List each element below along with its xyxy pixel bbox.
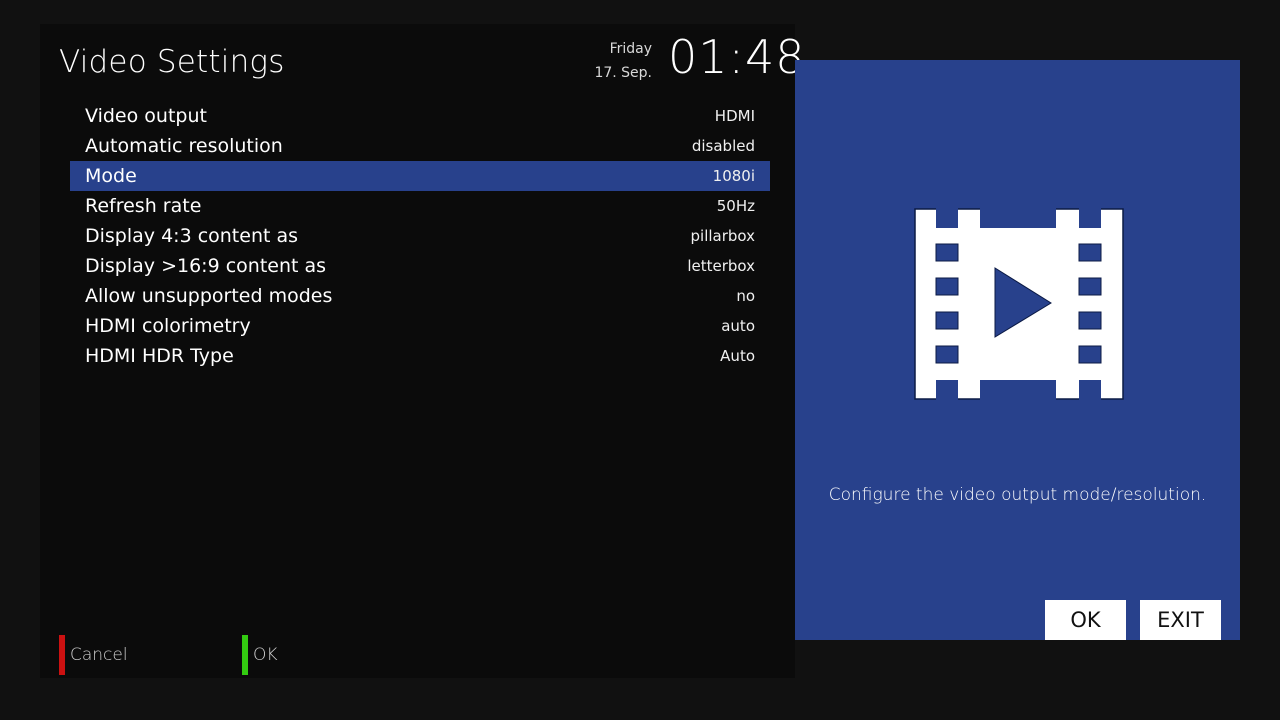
cancel-label: Cancel bbox=[70, 645, 128, 665]
ok-button[interactable]: OK bbox=[1045, 600, 1126, 640]
setting-display-16-9[interactable]: Display >16:9 content as letterbox bbox=[70, 251, 770, 281]
setting-label: Display 4:3 content as bbox=[85, 225, 299, 247]
page-title: Video Settings bbox=[59, 44, 285, 80]
info-panel: Configure the video output mode/resoluti… bbox=[795, 60, 1240, 640]
setting-label: Allow unsupported modes bbox=[85, 285, 333, 307]
setting-video-output[interactable]: Video output HDMI bbox=[70, 101, 770, 131]
video-film-icon bbox=[914, 208, 1124, 400]
ok-label: OK bbox=[253, 645, 278, 665]
setting-value: HDMI bbox=[714, 107, 755, 125]
ok-key-hint[interactable]: OK bbox=[242, 635, 278, 675]
setting-label: Video output bbox=[85, 105, 207, 127]
setting-value: no bbox=[736, 287, 755, 305]
setting-label: Refresh rate bbox=[85, 195, 202, 217]
day-label: Friday bbox=[609, 41, 652, 57]
setting-value: 1080i bbox=[712, 167, 755, 185]
setting-label: HDMI colorimetry bbox=[85, 315, 251, 337]
setting-value: auto bbox=[721, 317, 755, 335]
cancel-key-hint[interactable]: Cancel bbox=[59, 635, 128, 675]
setting-value: 50Hz bbox=[716, 197, 755, 215]
setting-hdmi-colorimetry[interactable]: HDMI colorimetry auto bbox=[70, 311, 770, 341]
help-text: Configure the video output mode/resoluti… bbox=[828, 485, 1207, 505]
setting-value: Auto bbox=[720, 347, 755, 365]
setting-display-4-3[interactable]: Display 4:3 content as pillarbox bbox=[70, 221, 770, 251]
setting-label: Mode bbox=[85, 165, 137, 187]
setting-label: HDMI HDR Type bbox=[85, 345, 234, 367]
video-settings-screen: Video Settings Friday 17. Sep. 01:48 Vid… bbox=[0, 0, 1280, 720]
green-key-indicator bbox=[242, 635, 248, 675]
setting-label: Automatic resolution bbox=[85, 135, 283, 157]
setting-value: pillarbox bbox=[690, 227, 756, 245]
setting-refresh-rate[interactable]: Refresh rate 50Hz bbox=[70, 191, 770, 221]
setting-value: letterbox bbox=[687, 257, 755, 275]
clock: 01:48 bbox=[668, 30, 806, 84]
setting-allow-unsupported-modes[interactable]: Allow unsupported modes no bbox=[70, 281, 770, 311]
setting-value: disabled bbox=[691, 137, 755, 155]
exit-button[interactable]: EXIT bbox=[1140, 600, 1221, 640]
setting-automatic-resolution[interactable]: Automatic resolution disabled bbox=[70, 131, 770, 161]
settings-list: Video output HDMI Automatic resolution d… bbox=[70, 101, 770, 371]
setting-label: Display >16:9 content as bbox=[85, 255, 327, 277]
date-label: 17. Sep. bbox=[594, 65, 652, 81]
setting-mode[interactable]: Mode 1080i bbox=[70, 161, 770, 191]
setting-hdmi-hdr-type[interactable]: HDMI HDR Type Auto bbox=[70, 341, 770, 371]
red-key-indicator bbox=[59, 635, 65, 675]
date-display: Friday 17. Sep. bbox=[594, 37, 652, 85]
